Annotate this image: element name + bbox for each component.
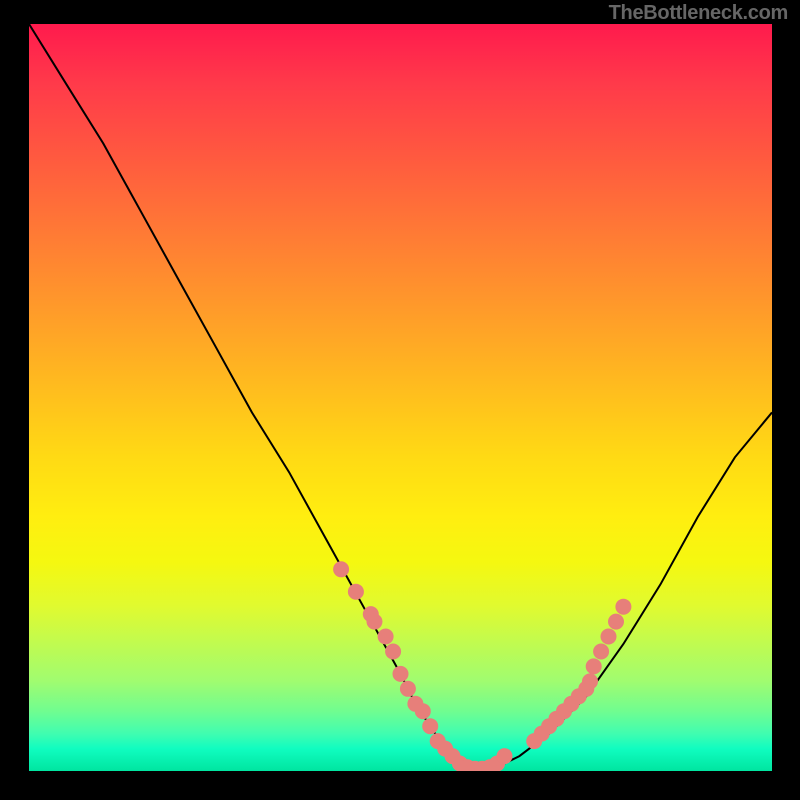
scatter-point [378,629,394,645]
curve-group [29,24,772,771]
scatter-point [422,718,438,734]
scatter-point [497,748,513,764]
chart-plot-area [29,24,772,771]
scatter-point [385,644,401,660]
scatter-point [615,599,631,615]
scatter-point [582,673,598,689]
scatter-point [400,681,416,697]
chart-svg [29,24,772,771]
scatter-group [333,561,631,771]
scatter-point [593,644,609,660]
scatter-point [367,614,383,630]
scatter-point [393,666,409,682]
attribution-text: TheBottleneck.com [609,2,788,25]
scatter-point [608,614,624,630]
scatter-point [333,561,349,577]
scatter-point [601,629,617,645]
scatter-point [348,584,364,600]
scatter-point [415,703,431,719]
scatter-point [586,658,602,674]
bottleneck-curve-path [29,24,772,771]
